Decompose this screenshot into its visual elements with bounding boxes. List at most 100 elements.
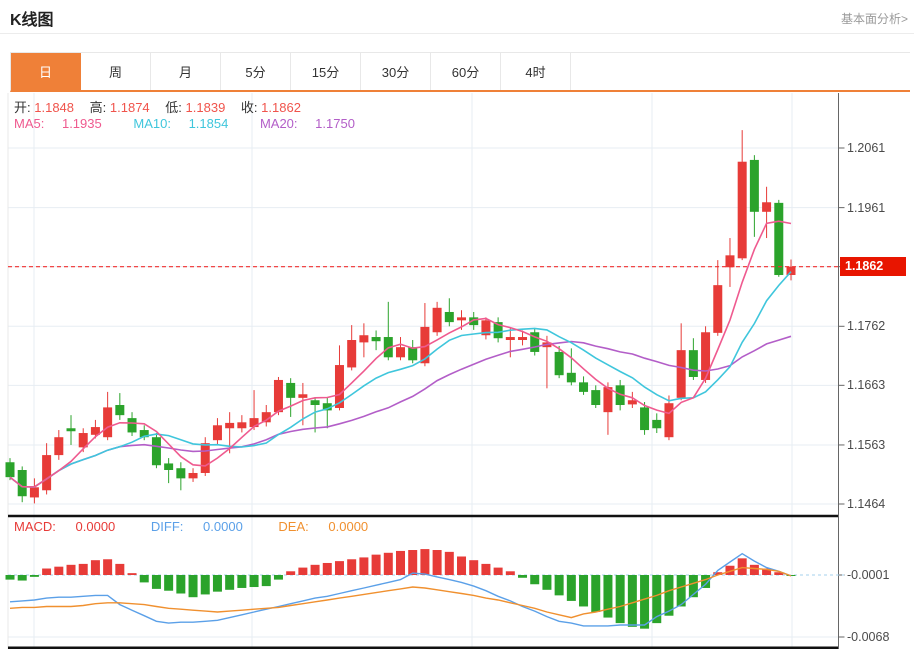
macd-hist-bar bbox=[505, 571, 515, 575]
candle-up bbox=[103, 407, 113, 438]
header-divider bbox=[0, 33, 914, 34]
page-title: K线图 bbox=[10, 12, 54, 29]
candle-up bbox=[725, 255, 735, 268]
y-axis-tick-label: 1.1464 bbox=[847, 496, 886, 511]
candle-down bbox=[749, 159, 759, 212]
macd-hist-bar bbox=[225, 575, 235, 590]
macd-axis-tick-label: -0.0001 bbox=[847, 568, 890, 582]
macd-hist-bar bbox=[54, 566, 64, 575]
dea-value-readout: DEA: 0.0000 bbox=[278, 519, 369, 534]
macd-hist-bar bbox=[188, 575, 198, 598]
macd-hist-bar bbox=[127, 573, 137, 575]
macd-hist-bar bbox=[359, 557, 369, 575]
kline-page: K线图 基本面分析> 日周月 5分 15分 30分 60分 4时 开: 1.1848 高:… bbox=[0, 0, 914, 649]
candle-up bbox=[29, 487, 39, 498]
macd-hist-bar bbox=[420, 549, 430, 575]
macd-hist-bar bbox=[322, 562, 332, 575]
ma-readout: MA5: 1.1935 MA10: 1.1854 MA20: 1.1750 bbox=[14, 116, 383, 131]
candle-up bbox=[298, 394, 308, 398]
kline-chart-canvas bbox=[5, 93, 845, 649]
candle-up bbox=[676, 350, 686, 398]
candle-down bbox=[127, 418, 137, 433]
candle-down bbox=[17, 470, 27, 497]
candle-down bbox=[554, 351, 564, 376]
macd-hist-bar bbox=[749, 564, 759, 575]
candle-up bbox=[273, 379, 283, 413]
macd-hist-bar bbox=[249, 575, 259, 588]
candle-up bbox=[54, 437, 64, 456]
period-tabbar: 日周月 5分 15分 30分 60分 4时 bbox=[10, 52, 910, 92]
candle-up bbox=[225, 422, 235, 429]
y-axis-tick-label: 1.1563 bbox=[847, 437, 886, 452]
candle-up bbox=[347, 340, 357, 368]
macd-axis-tick-label: -0.0068 bbox=[847, 630, 890, 644]
current-price-label: 1.1862 bbox=[840, 257, 906, 277]
macd-hist-bar bbox=[5, 575, 15, 580]
macd-hist-bar bbox=[737, 558, 747, 575]
y-axis-tick-label: 1.1663 bbox=[847, 378, 886, 393]
macd-hist-bar bbox=[493, 567, 503, 575]
tab-5分[interactable]: 5分 bbox=[221, 53, 291, 90]
candle-up bbox=[737, 161, 747, 259]
macd-readout: MACD: 0.0000 DIFF: 0.0000 DEA: 0.0000 bbox=[14, 519, 400, 534]
macd-hist-bar bbox=[554, 575, 564, 596]
candle-down bbox=[115, 405, 125, 416]
tab-15分[interactable]: 15分 bbox=[291, 53, 361, 90]
candle-up bbox=[237, 422, 247, 429]
tab-4时[interactable]: 4时 bbox=[501, 53, 571, 90]
macd-hist-bar bbox=[371, 554, 381, 575]
fundamental-analysis-link[interactable]: 基本面分析> bbox=[841, 10, 908, 27]
y-axis-tick-label: 1.1762 bbox=[847, 319, 886, 334]
candle-down bbox=[310, 400, 320, 406]
candle-down bbox=[371, 337, 381, 342]
macd-hist-bar bbox=[286, 571, 296, 575]
macd-hist-bar bbox=[310, 564, 320, 575]
candle-down bbox=[566, 372, 576, 383]
candle-up bbox=[505, 337, 515, 341]
candle-up bbox=[664, 403, 674, 438]
macd-hist-bar bbox=[566, 575, 576, 601]
candle-up bbox=[395, 347, 405, 358]
macd-hist-bar bbox=[212, 575, 222, 592]
macd-hist-bar bbox=[298, 567, 308, 575]
macd-hist-bar bbox=[139, 575, 149, 583]
candle-down bbox=[151, 437, 161, 466]
macd-hist-bar bbox=[17, 575, 27, 581]
macd-hist-bar bbox=[457, 556, 467, 575]
candle-up bbox=[762, 202, 772, 212]
open-label: 开: bbox=[14, 100, 31, 115]
chart-area: 开: 1.1848 高: 1.1874 低: 1.1839 收: 1.1862 … bbox=[0, 93, 914, 649]
macd-hist-bar bbox=[200, 575, 210, 595]
low-label: 低: bbox=[165, 100, 182, 115]
tab-日[interactable]: 日 bbox=[11, 53, 81, 90]
candle-up bbox=[188, 472, 198, 479]
candle-down bbox=[652, 419, 662, 429]
high-label: 高: bbox=[89, 100, 107, 115]
tab-月[interactable]: 月 bbox=[151, 53, 221, 90]
macd-hist-bar bbox=[261, 575, 271, 587]
ma20-readout: MA20: 1.1750 bbox=[259, 116, 355, 131]
candle-down bbox=[286, 382, 296, 398]
tab-60分[interactable]: 60分 bbox=[431, 53, 501, 90]
low-value: 1.1839 bbox=[185, 100, 226, 115]
macd-hist-bar bbox=[530, 575, 540, 585]
macd-hist-bar bbox=[444, 551, 454, 575]
macd-hist-bar bbox=[640, 575, 650, 629]
tab-周[interactable]: 周 bbox=[81, 53, 151, 90]
close-value: 1.1862 bbox=[261, 100, 301, 115]
macd-hist-bar bbox=[334, 561, 344, 575]
macd-hist-bar bbox=[603, 575, 613, 618]
macd-hist-bar bbox=[383, 552, 393, 575]
macd-hist-bar bbox=[481, 563, 491, 575]
macd-panel bbox=[5, 549, 844, 629]
tab-30分[interactable]: 30分 bbox=[361, 53, 431, 90]
macd-hist-bar bbox=[615, 575, 625, 624]
macd-hist-bar bbox=[164, 575, 174, 591]
candle-up bbox=[432, 307, 442, 333]
open-value: 1.1848 bbox=[34, 100, 75, 115]
candle-down bbox=[579, 382, 589, 392]
macd-hist-bar bbox=[42, 568, 52, 575]
macd-hist-bar bbox=[627, 575, 637, 627]
diff-value-readout: DIFF: 0.0000 bbox=[150, 519, 243, 534]
macd-hist-bar bbox=[115, 563, 125, 575]
